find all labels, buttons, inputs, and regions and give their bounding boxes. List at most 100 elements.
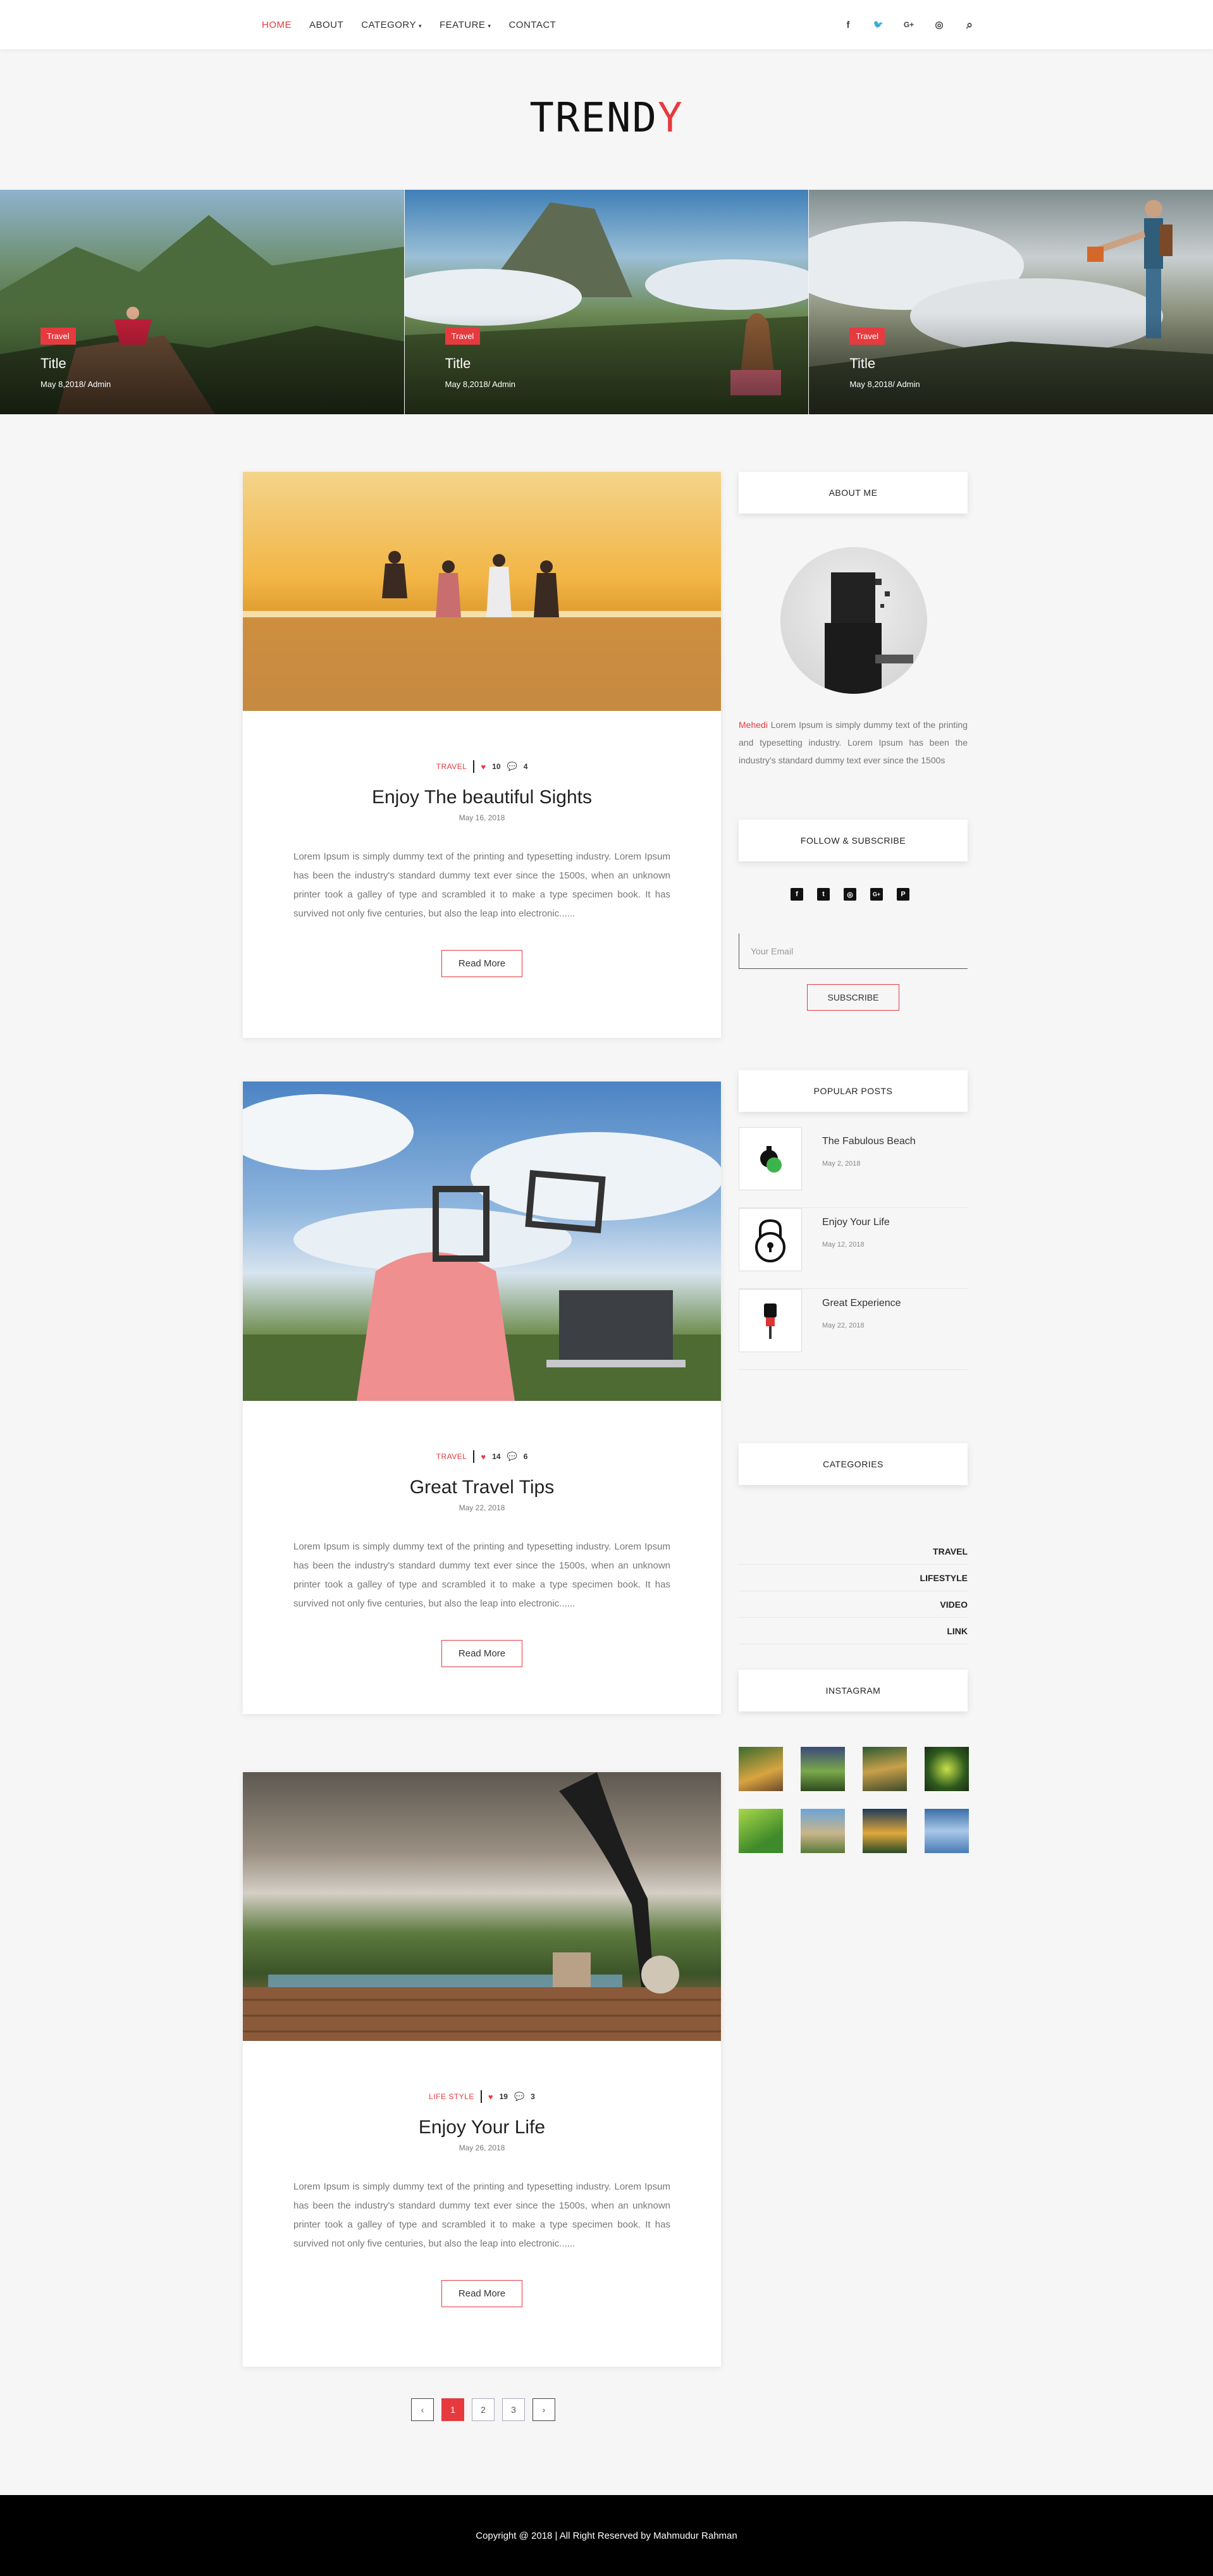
post-meta-row: TRAVEL ♥ 14 💬 6 <box>243 1450 721 1463</box>
post-category[interactable]: LIFE STYLE <box>429 2092 474 2101</box>
post-category[interactable]: TRAVEL <box>436 762 467 771</box>
post-title[interactable]: Enjoy The beautiful Sights <box>243 787 721 808</box>
post-body: TRAVEL ♥ 10 💬 4 Enjoy The beautiful Sigh… <box>243 711 721 977</box>
comment-icon[interactable]: 💬 <box>514 2092 524 2102</box>
pagination-next[interactable]: › <box>533 2398 555 2421</box>
instagram-thumb[interactable] <box>925 1747 969 1791</box>
popular-post[interactable]: Great Experience May 22, 2018 <box>739 1289 968 1370</box>
chevron-down-icon: ▾ <box>488 22 491 29</box>
email-field[interactable] <box>739 934 968 969</box>
post-excerpt: Lorem Ipsum is simply dummy text of the … <box>293 1541 670 1609</box>
logo-main: TREND <box>529 95 658 142</box>
category-link[interactable]: LINK <box>739 1618 968 1644</box>
popular-post[interactable]: The Fabulous Beach May 2, 2018 <box>739 1127 968 1208</box>
facebook-icon[interactable]: f <box>841 20 855 30</box>
facebook-icon[interactable]: f <box>791 888 803 901</box>
nav-category-label: CATEGORY <box>361 19 416 30</box>
post-category[interactable]: TRAVEL <box>436 1452 467 1461</box>
heart-icon[interactable]: ♥ <box>481 762 486 772</box>
slide[interactable]: Travel Title May 8,2018/ Admin <box>809 190 1213 414</box>
instagram-icon[interactable]: ◎ <box>932 19 946 30</box>
popular-post[interactable]: Enjoy Your Life May 12, 2018 <box>739 1208 968 1289</box>
post-image[interactable] <box>243 472 721 711</box>
comment-count: 6 <box>523 1452 528 1461</box>
author-name[interactable]: Mehedi <box>739 720 768 730</box>
nav-feature[interactable]: FEATURE ▾ <box>440 20 491 30</box>
post-date: May 22, 2018 <box>459 1503 505 1512</box>
comment-icon[interactable]: 💬 <box>507 1451 517 1462</box>
about-description: Lorem Ipsum is simply dummy text of the … <box>739 720 968 765</box>
category-link[interactable]: VIDEO <box>739 1591 968 1618</box>
slide-badge[interactable]: Travel <box>40 328 76 345</box>
google-plus-icon[interactable]: G+ <box>870 888 883 901</box>
twitter-icon[interactable]: t <box>817 888 830 901</box>
nav-contact[interactable]: CONTACT <box>508 20 556 30</box>
post-excerpt: Lorem Ipsum is simply dummy text of the … <box>293 2181 670 2249</box>
post-title[interactable]: Enjoy Your Life <box>243 2117 721 2138</box>
instagram-grid <box>739 1747 969 1853</box>
slide-badge[interactable]: Travel <box>445 328 481 345</box>
instagram-thumb[interactable] <box>925 1809 969 1853</box>
popular-post-thumb[interactable] <box>739 1127 802 1190</box>
post-body: LIFE STYLE ♥ 19 💬 3 Enjoy Your Life May … <box>243 2041 721 2307</box>
slide[interactable]: Travel Title May 8,2018/ Admin <box>404 190 809 414</box>
nav-about[interactable]: ABOUT <box>309 20 343 30</box>
instagram-thumb[interactable] <box>739 1747 783 1791</box>
categories-widget-title: CATEGORIES <box>739 1443 968 1485</box>
nav-home[interactable]: HOME <box>262 20 292 30</box>
popular-post-date: May 2, 2018 <box>822 1160 861 1168</box>
slide[interactable]: Travel Title May 8,2018/ Admin <box>0 190 404 414</box>
category-link[interactable]: TRAVEL <box>739 1538 968 1565</box>
subscribe-button[interactable]: SUBSCRIBE <box>807 984 899 1011</box>
post-title[interactable]: Great Travel Tips <box>243 1477 721 1498</box>
blog-post: LIFE STYLE ♥ 19 💬 3 Enjoy Your Life May … <box>243 1772 721 2367</box>
search-icon[interactable]: ⌕ <box>963 18 976 32</box>
avatar <box>780 547 927 694</box>
pagination-prev[interactable]: ‹ <box>411 2398 434 2421</box>
slide-badge[interactable]: Travel <box>849 328 885 345</box>
site-logo[interactable]: TRENDY <box>0 95 1213 142</box>
post-image[interactable] <box>243 1082 721 1401</box>
category-list: TRAVEL LIFESTYLE VIDEO LINK <box>739 1538 968 1644</box>
nav-links: HOME ABOUT CATEGORY ▾ FEATURE ▾ CONTACT <box>262 0 556 49</box>
heart-icon[interactable]: ♥ <box>481 1452 486 1462</box>
instagram-thumb[interactable] <box>863 1747 907 1791</box>
popular-post-title[interactable]: Great Experience <box>822 1298 901 1309</box>
popular-post-thumb[interactable] <box>739 1208 802 1271</box>
twitter-icon[interactable]: 🐦 <box>871 20 885 30</box>
post-date: May 16, 2018 <box>459 813 505 822</box>
like-count: 14 <box>492 1452 501 1461</box>
like-count: 19 <box>499 2092 508 2101</box>
slide-meta: May 8,2018/ Admin <box>445 379 515 389</box>
about-text: Mehedi Lorem Ipsum is simply dummy text … <box>739 716 968 769</box>
instagram-thumb[interactable] <box>801 1809 845 1853</box>
post-image[interactable] <box>243 1772 721 2041</box>
read-more-button[interactable]: Read More <box>441 950 523 977</box>
blog-post: TRAVEL ♥ 10 💬 4 Enjoy The beautiful Sigh… <box>243 472 721 1038</box>
slide-title[interactable]: Title <box>445 355 471 372</box>
pagination-page[interactable]: 1 <box>441 2398 464 2421</box>
read-more-button[interactable]: Read More <box>441 1640 523 1667</box>
pagination-page[interactable]: 3 <box>502 2398 525 2421</box>
category-link[interactable]: LIFESTYLE <box>739 1565 968 1591</box>
google-plus-icon[interactable]: G+ <box>902 20 916 29</box>
instagram-thumb[interactable] <box>863 1809 907 1853</box>
heart-icon[interactable]: ♥ <box>488 2092 493 2102</box>
nav-category[interactable]: CATEGORY ▾ <box>361 20 422 30</box>
comment-icon[interactable]: 💬 <box>507 761 517 772</box>
popular-post-thumb[interactable] <box>739 1289 802 1352</box>
nav-feature-label: FEATURE <box>440 19 486 30</box>
slide-meta: May 8,2018/ Admin <box>849 379 920 389</box>
instagram-icon[interactable]: ◎ <box>844 888 856 901</box>
slide-title[interactable]: Title <box>849 355 875 372</box>
pinterest-icon[interactable]: P <box>897 888 909 901</box>
slide-title[interactable]: Title <box>40 355 66 372</box>
popular-post-title[interactable]: Enjoy Your Life <box>822 1217 890 1228</box>
featured-slider: Travel Title May 8,2018/ Admin Travel Ti… <box>0 190 1213 414</box>
instagram-thumb[interactable] <box>739 1809 783 1853</box>
read-more-button[interactable]: Read More <box>441 2280 523 2307</box>
post-meta-row: TRAVEL ♥ 10 💬 4 <box>243 760 721 773</box>
instagram-thumb[interactable] <box>801 1747 845 1791</box>
pagination-page[interactable]: 2 <box>472 2398 495 2421</box>
popular-post-title[interactable]: The Fabulous Beach <box>822 1136 916 1147</box>
